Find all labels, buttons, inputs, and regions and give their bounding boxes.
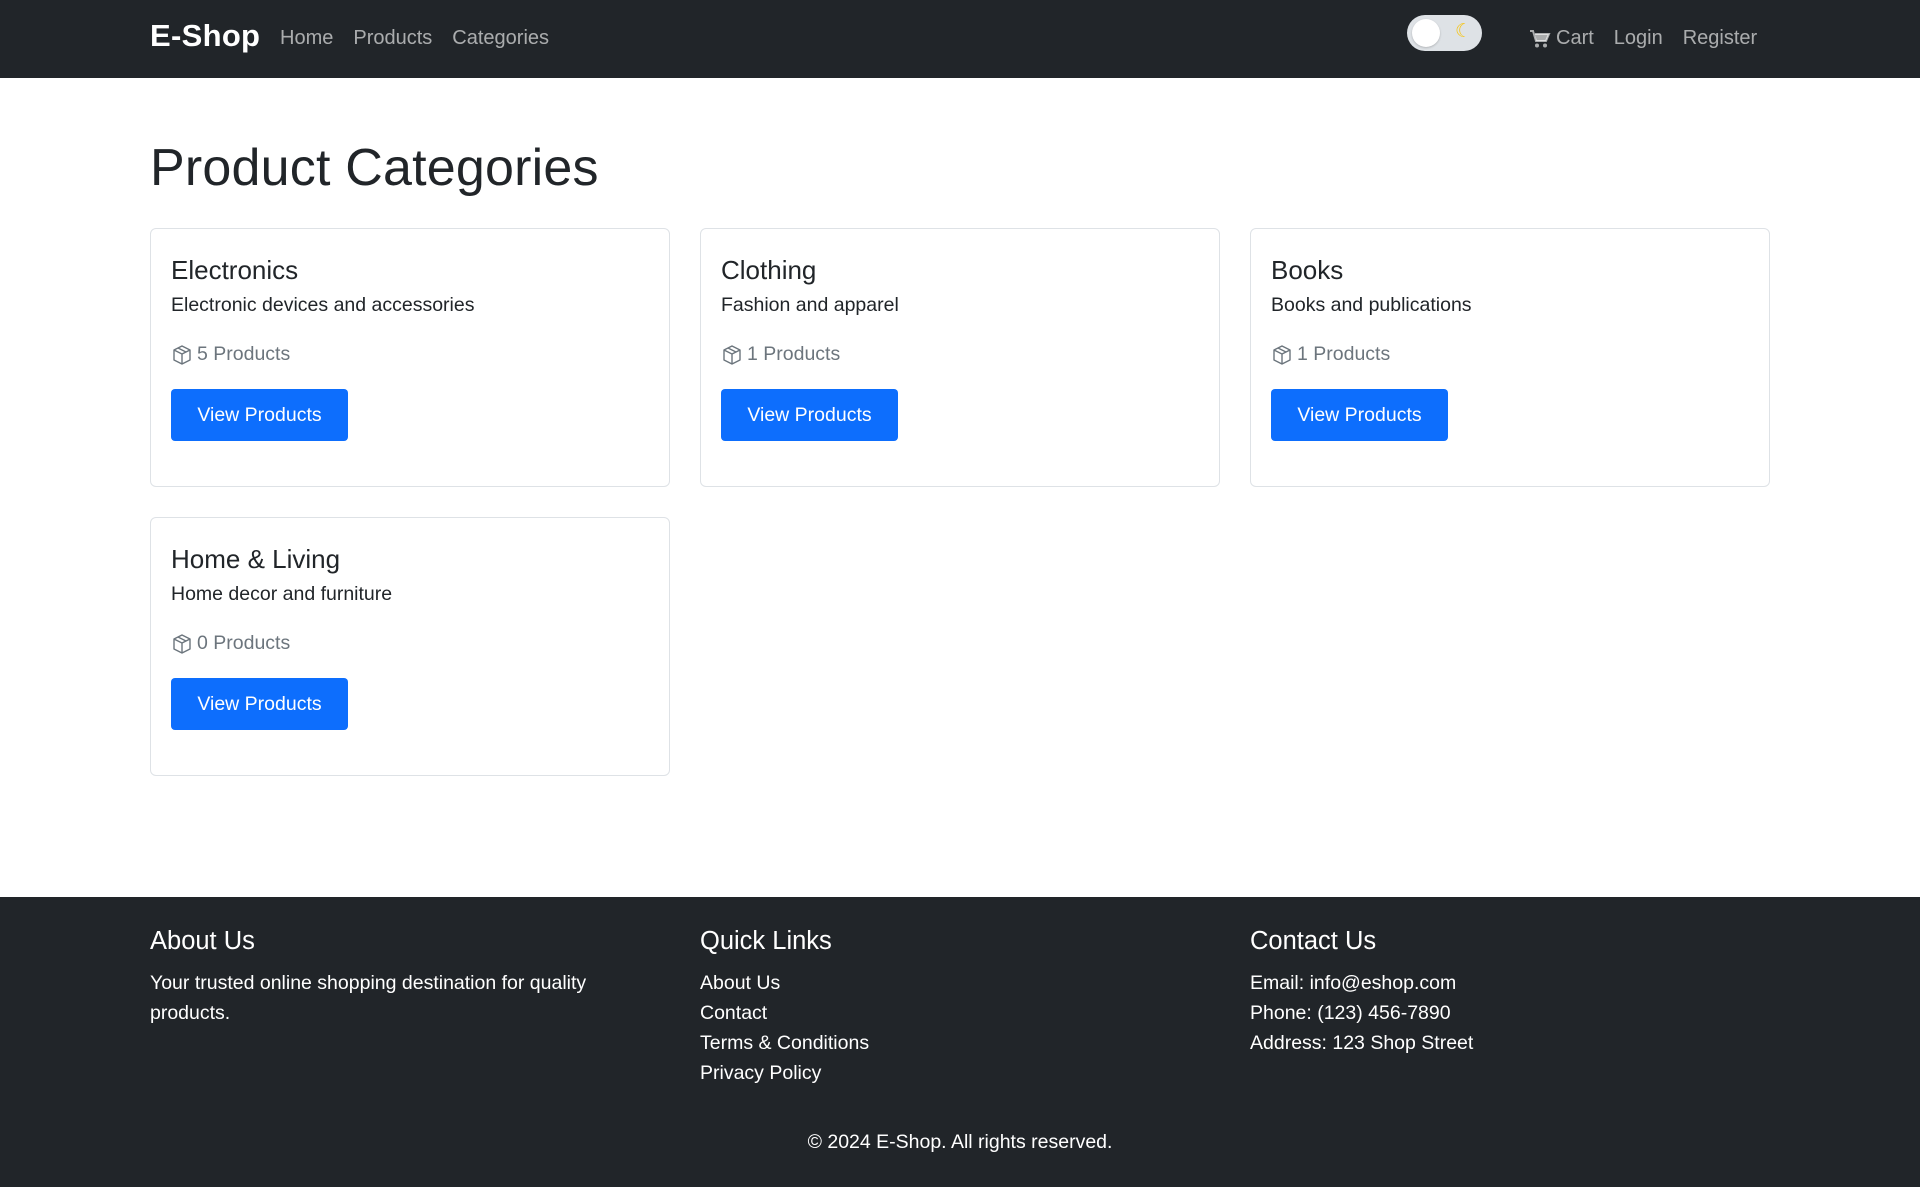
footer-contact-title: Contact Us — [1250, 927, 1377, 955]
page-title: Product Categories — [150, 139, 599, 197]
footer-about-text: Your trusted online shopping destination… — [150, 972, 587, 1024]
category-title: Home & Living — [171, 544, 341, 574]
view-products-button[interactable]: View Products — [171, 389, 348, 441]
footer-link-terms[interactable]: Terms & Conditions — [700, 1032, 869, 1054]
category-title: Books — [1271, 255, 1344, 285]
cart-icon — [1530, 29, 1551, 47]
footer-link-contact[interactable]: Contact — [700, 1002, 767, 1024]
footer: About Us Your trusted online shopping de… — [0, 897, 1920, 1187]
footer-address: Address: 123 Shop Street — [1250, 1032, 1474, 1054]
product-count-label: 0 Products — [197, 632, 291, 654]
product-count: 1 Products — [721, 343, 840, 366]
brand-logo[interactable]: E-Shop — [150, 18, 260, 54]
footer-link-privacy[interactable]: Privacy Policy — [700, 1062, 821, 1084]
box-icon — [1273, 344, 1291, 365]
navbar: E-Shop Home Products Categories ☾ Cart L… — [0, 0, 1920, 78]
category-card-books: Books Books and publications 1 Products … — [1250, 228, 1770, 487]
register-link[interactable]: Register — [1683, 27, 1757, 50]
moon-icon: ☾ — [1454, 21, 1472, 42]
product-count: 1 Products — [1271, 343, 1390, 366]
cart-link[interactable]: Cart — [1529, 27, 1594, 50]
footer-link-about[interactable]: About Us — [700, 972, 780, 994]
footer-quick-links-title: Quick Links — [700, 927, 832, 955]
footer-quick-links: Quick Links About Us Contact Terms & Con… — [700, 927, 1200, 1088]
view-products-button[interactable]: View Products — [721, 389, 898, 441]
footer-about-title: About Us — [150, 927, 255, 955]
view-products-button[interactable]: View Products — [1271, 389, 1448, 441]
view-products-button[interactable]: View Products — [171, 678, 348, 730]
category-title: Electronics — [171, 255, 299, 285]
product-count-label: 1 Products — [1297, 343, 1391, 365]
category-description: Books and publications — [1271, 294, 1472, 316]
footer-phone: Phone: (123) 456-7890 — [1250, 1002, 1451, 1024]
copyright: © 2024 E-Shop. All rights reserved. — [807, 1131, 1113, 1153]
box-icon — [173, 344, 191, 365]
product-count: 0 Products — [171, 632, 290, 655]
nav-link-categories[interactable]: Categories — [452, 27, 549, 50]
nav-links: Home Products Categories — [280, 27, 549, 50]
category-description: Fashion and apparel — [721, 294, 899, 316]
product-count-label: 1 Products — [747, 343, 841, 365]
category-card-home-living: Home & Living Home decor and furniture 0… — [150, 517, 670, 776]
category-card-clothing: Clothing Fashion and apparel 1 Products … — [700, 228, 1220, 487]
product-count: 5 Products — [171, 343, 290, 366]
footer-about: About Us Your trusted online shopping de… — [150, 927, 650, 1028]
quick-links-list: About Us Contact Terms & Conditions Priv… — [700, 968, 1200, 1088]
category-description: Home decor and furniture — [171, 583, 393, 605]
footer-contact: Contact Us Email: info@eshop.com Phone: … — [1250, 927, 1750, 1058]
login-link[interactable]: Login — [1614, 27, 1663, 50]
product-count-label: 5 Products — [197, 343, 291, 365]
footer-email: Email: info@eshop.com — [1250, 972, 1457, 994]
nav-link-home[interactable]: Home — [280, 27, 333, 50]
category-card-electronics: Electronics Electronic devices and acces… — [150, 228, 670, 487]
box-icon — [723, 344, 741, 365]
category-title: Clothing — [721, 255, 817, 285]
category-description: Electronic devices and accessories — [171, 294, 475, 316]
box-icon — [173, 633, 191, 654]
theme-toggle[interactable]: ☾ — [1407, 15, 1482, 51]
nav-link-products[interactable]: Products — [353, 27, 432, 50]
cart-label: Cart — [1556, 27, 1594, 49]
nav-right: Cart Login Register — [1529, 27, 1757, 50]
toggle-knob — [1412, 19, 1440, 47]
